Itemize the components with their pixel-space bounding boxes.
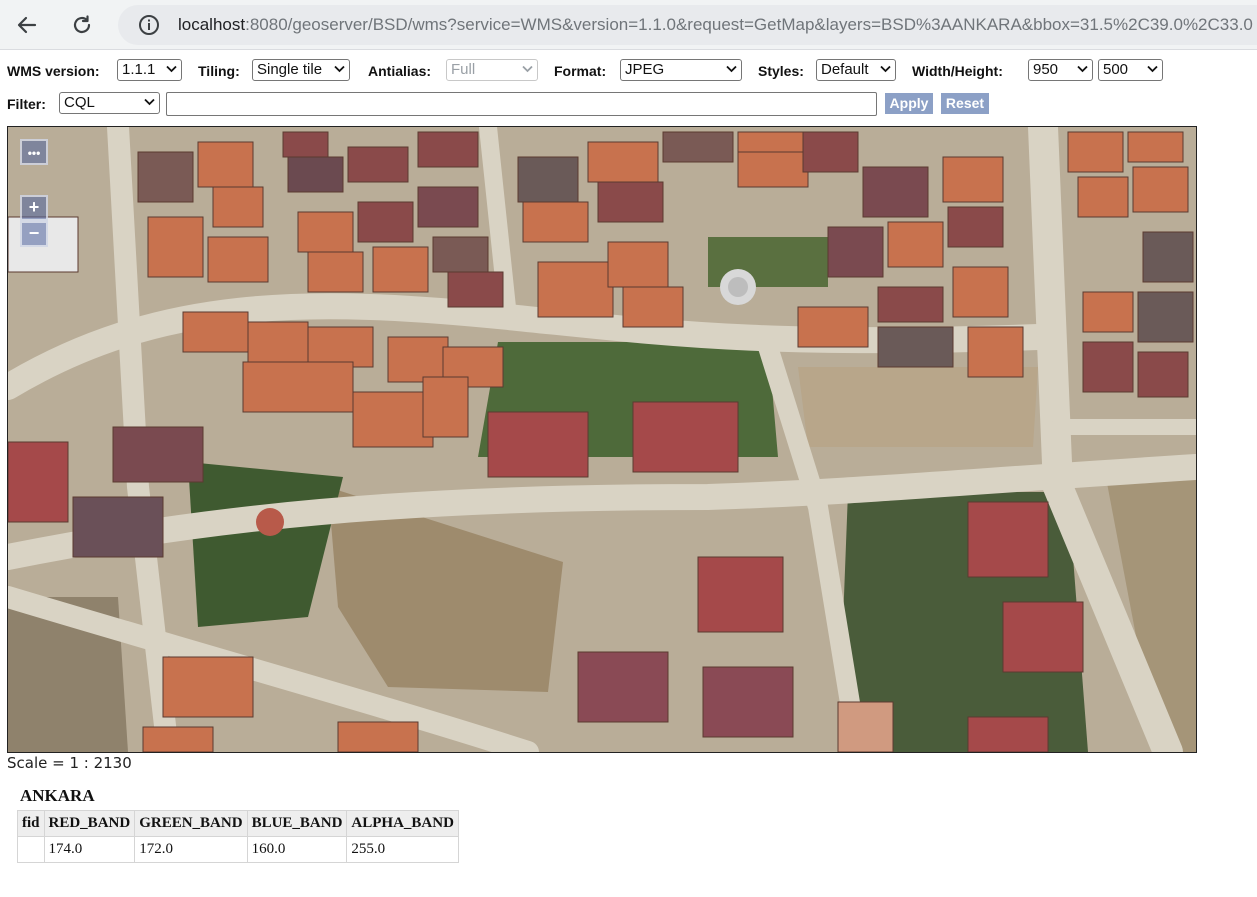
- filter-label: Filter:: [7, 96, 46, 112]
- column-header: fid: [17, 810, 45, 837]
- zoom-in-button[interactable]: +: [20, 195, 48, 221]
- feature-layer-title: ANKARA: [20, 786, 95, 805]
- chevron-down-icon: [726, 65, 737, 73]
- tiling-value: Single tile: [257, 61, 323, 78]
- column-header: BLUE_BAND: [246, 810, 348, 837]
- filter-type-select[interactable]: CQL: [59, 92, 160, 114]
- wms-options-bar: WMS version: 1.1.1 Tiling: Single tile A…: [7, 58, 1247, 84]
- column-header: GREEN_BAND: [134, 810, 248, 837]
- filter-input[interactable]: [166, 92, 877, 116]
- width-height-label: Width/Height:: [912, 63, 1003, 79]
- table-cell: 172.0: [134, 836, 248, 863]
- url-host: localhost: [178, 15, 246, 34]
- arrow-left-icon: [17, 16, 37, 34]
- chevron-down-icon: [522, 65, 533, 73]
- feature-info-table: fid RED_BAND GREEN_BAND BLUE_BAND ALPHA_…: [17, 810, 459, 863]
- chevron-down-icon: [144, 98, 155, 106]
- format-value: JPEG: [625, 61, 665, 78]
- zoom-in-label: +: [28, 197, 40, 217]
- format-label: Format:: [554, 63, 607, 79]
- info-icon[interactable]: [138, 14, 160, 36]
- tiling-select[interactable]: Single tile: [252, 59, 350, 81]
- styles-value: Default: [821, 61, 869, 78]
- tiling-label: Tiling:: [198, 63, 240, 79]
- address-bar[interactable]: localhost:8080/geoserver/BSD/wms?service…: [118, 5, 1257, 45]
- styles-label: Styles:: [758, 63, 804, 79]
- scale-text: Scale = 1 : 2130: [7, 754, 132, 772]
- filter-type-value: CQL: [64, 94, 95, 111]
- chevron-down-icon: [334, 65, 345, 73]
- url-text[interactable]: localhost:8080/geoserver/BSD/wms?service…: [178, 15, 1253, 35]
- wms-version-label: WMS version:: [7, 63, 100, 79]
- column-header: ALPHA_BAND: [346, 810, 459, 837]
- reload-button[interactable]: [65, 9, 99, 41]
- width-value: 950: [1033, 61, 1059, 78]
- wms-version-value: 1.1.1: [122, 61, 156, 78]
- height-value: 500: [1103, 61, 1129, 78]
- map-viewport[interactable]: ••• + −: [7, 126, 1197, 753]
- antialias-select: Full: [446, 59, 538, 81]
- table-cell: 255.0: [346, 836, 459, 863]
- wms-version-select[interactable]: 1.1.1: [117, 59, 182, 81]
- styles-select[interactable]: Default: [816, 59, 896, 81]
- zoom-out-button[interactable]: −: [20, 221, 48, 247]
- table-row: 174.0 172.0 160.0 255.0: [17, 836, 459, 863]
- chevron-down-icon: [166, 65, 177, 73]
- chevron-down-icon: [1077, 65, 1088, 73]
- zoom-out-label: −: [28, 223, 40, 243]
- format-select[interactable]: JPEG: [620, 59, 742, 81]
- aerial-imagery: [8, 127, 1196, 752]
- antialias-value: Full: [451, 61, 476, 78]
- back-button[interactable]: [10, 9, 44, 41]
- table-header-row: fid RED_BAND GREEN_BAND BLUE_BAND ALPHA_…: [17, 810, 459, 837]
- url-path: :8080/geoserver/BSD/wms?service=WMS&vers…: [245, 15, 1253, 34]
- chevron-down-icon: [1147, 65, 1158, 73]
- table-cell: 174.0: [43, 836, 136, 863]
- layer-toggle-button[interactable]: •••: [20, 139, 48, 165]
- apply-button[interactable]: Apply: [885, 93, 933, 114]
- reset-button[interactable]: Reset: [941, 93, 989, 114]
- table-cell: 160.0: [246, 836, 348, 863]
- table-cell: [17, 836, 45, 863]
- height-select[interactable]: 500: [1098, 59, 1163, 81]
- chevron-down-icon: [880, 65, 891, 73]
- browser-toolbar: localhost:8080/geoserver/BSD/wms?service…: [0, 0, 1257, 50]
- layer-toggle-label: •••: [27, 146, 41, 160]
- filter-bar: Filter: CQL Apply Reset: [7, 91, 1247, 117]
- reload-icon: [73, 15, 91, 34]
- column-header: RED_BAND: [43, 810, 136, 837]
- antialias-label: Antialias:: [368, 63, 432, 79]
- width-select[interactable]: 950: [1028, 59, 1093, 81]
